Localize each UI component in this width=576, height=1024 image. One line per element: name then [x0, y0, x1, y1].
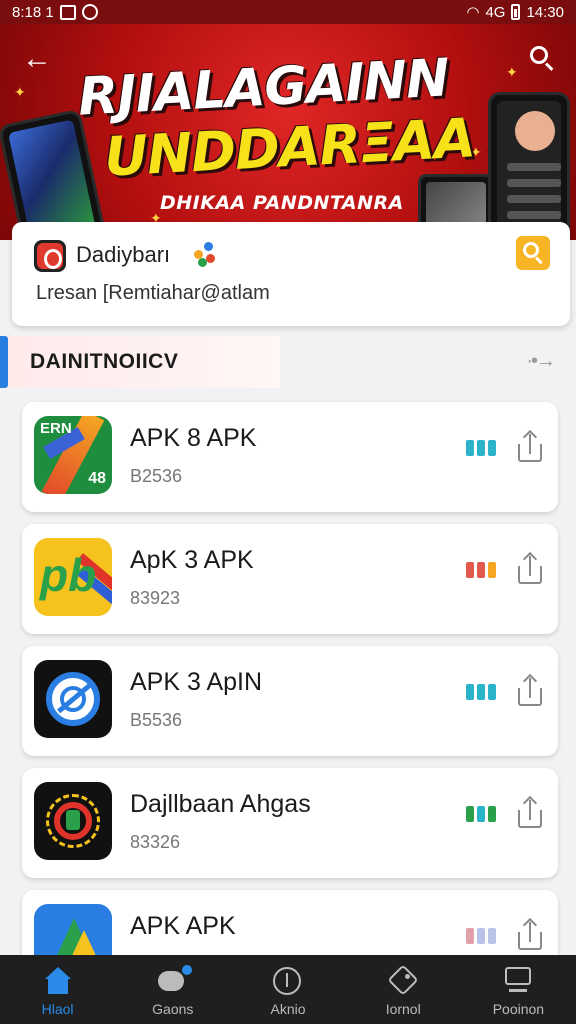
nav-item-tags[interactable]: Iornol [346, 955, 461, 1024]
hero-banner: ✦ ✦ ✦ ✦ ← RJIALAGAINN UNDDARΞAA DHIKAA P… [0, 24, 576, 240]
wifi-icon: ◠ [466, 4, 480, 21]
monitor-icon [503, 967, 533, 995]
back-arrow-icon[interactable]: ← [22, 42, 56, 76]
app-title: Dajllbaan Ahgas [130, 790, 311, 818]
signal-bars-icon [466, 684, 496, 700]
home-icon [43, 967, 73, 995]
chat-icon [157, 965, 192, 995]
search-button[interactable] [516, 236, 550, 270]
signal-bars-icon [466, 806, 496, 822]
nav-item-profile[interactable]: Pooinon [461, 955, 576, 1024]
share-icon[interactable] [516, 429, 544, 462]
search-card[interactable]: Dadiybarı Lresan [Remtiahar@atlam [12, 222, 570, 326]
app-icon-blue-ring [34, 660, 112, 738]
nav-item-alerts[interactable]: Aknio [230, 955, 345, 1024]
app-logo-icon [34, 240, 66, 272]
nav-item-games[interactable]: Gaons [115, 955, 230, 1024]
app-title: APK 3 ApIN [130, 668, 263, 696]
phone-illustration-right [488, 92, 570, 240]
network-label: 4G [485, 3, 506, 21]
app-icon-green-slash: ERN 48 [34, 416, 112, 494]
colorful-dots-icon [192, 240, 220, 268]
share-icon[interactable] [516, 551, 544, 584]
app-icon-dark-circle [34, 782, 112, 860]
nav-item-home[interactable]: Hlaol [0, 955, 115, 1024]
app-list-item[interactable]: ERN 48 APK 8 APK B2536 [22, 402, 558, 512]
hero-subtitle: DHIKAA PANDNTANRA [160, 192, 404, 214]
signal-bars-icon [466, 440, 496, 456]
signal-bars-icon [466, 928, 496, 944]
sparkle-icon: ✦ [14, 84, 26, 100]
share-icon[interactable] [516, 673, 544, 706]
app-list-item[interactable]: pb ApK 3 APK 83923 [22, 524, 558, 634]
signal-bars-icon [466, 562, 496, 578]
search-input[interactable]: Lresan [Remtiahar@atlam [36, 282, 270, 305]
bottom-navigation: Hlaol Gaons Aknio Iornol Pooinon [0, 955, 576, 1024]
section-header: DAINITNOIICV ·•→ [0, 336, 576, 388]
app-title: APK 8 APK [130, 424, 257, 452]
status-time-right: 14:30 [526, 3, 564, 21]
app-title: APK APK [130, 912, 236, 940]
app-meta: 83326 [130, 832, 181, 852]
alert-icon [273, 967, 303, 995]
search-app-name: Dadiybarı [76, 242, 171, 267]
status-time-left: 8:18 1 [12, 3, 54, 21]
battery-icon [511, 4, 521, 20]
nav-label: Hlaol [41, 1001, 74, 1017]
nav-label: Gaons [152, 1001, 194, 1017]
app-meta: B2536 [130, 466, 183, 486]
notification-icon [59, 4, 76, 20]
more-arrow-icon[interactable]: ·•→ [526, 350, 556, 373]
app-notification-icon [81, 4, 98, 20]
section-accent-bar [0, 336, 8, 388]
status-bar: 8:18 1 ◠ 4G 14:30 [0, 0, 576, 24]
sparkle-icon: ✦ [506, 64, 518, 80]
share-icon[interactable] [516, 917, 544, 950]
app-icon-yellow-pb: pb [34, 538, 112, 616]
tag-icon [387, 964, 419, 996]
nav-label: Pooinon [492, 1001, 545, 1017]
phone-illustration-left [0, 108, 107, 240]
app-list-item[interactable]: APK 3 ApIN B5536 [22, 646, 558, 756]
nav-label: Aknio [270, 1001, 306, 1017]
app-meta: B5536 [130, 710, 183, 730]
nav-label: Iornol [385, 1001, 421, 1017]
app-title: ApK 3 APK [130, 546, 254, 574]
app-list-item[interactable]: Dajllbaan Ahgas 83326 [22, 768, 558, 878]
app-meta: 83923 [130, 588, 181, 608]
search-icon[interactable] [528, 44, 558, 74]
share-icon[interactable] [516, 795, 544, 828]
section-title: DAINITNOIICV [30, 350, 179, 373]
